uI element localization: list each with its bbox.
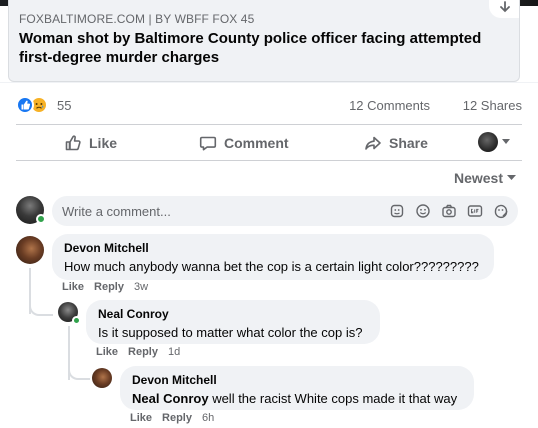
comment-author[interactable]: Devon Mitchell [64, 241, 482, 256]
commenter-avatar[interactable] [92, 368, 112, 388]
comment-text: Neal Conroy well the racist White cops m… [132, 390, 462, 408]
like-reaction-icon [16, 96, 34, 114]
divider [16, 160, 522, 161]
comment-input[interactable]: Write a comment... [52, 196, 518, 226]
comment-meta: Like Reply 3w [62, 281, 148, 293]
reaction-count[interactable]: 55 [57, 98, 71, 113]
comment-bubble: Devon Mitchell Neal Conroy well the raci… [120, 366, 474, 410]
comment-text: How much anybody wanna bet the cop is a … [64, 259, 479, 274]
avatar-sticker-icon[interactable] [388, 202, 406, 220]
reply-connector [29, 296, 53, 316]
comment-text-body: well the racist White cops made it that … [208, 391, 458, 406]
link-source: FOXBALTIMORE.COM | BY WBFF FOX 45 [19, 12, 255, 26]
like-button[interactable]: Like [64, 126, 117, 160]
camera-icon[interactable] [440, 202, 458, 220]
comment-icon [199, 136, 217, 151]
like-button-label: Like [89, 135, 118, 151]
comment-like-link[interactable]: Like [96, 346, 118, 358]
comment-reply-link[interactable]: Reply [128, 346, 158, 358]
gif-icon[interactable] [466, 202, 484, 220]
link-preview-card[interactable]: FOXBALTIMORE.COM | BY WBFF FOX 45 Woman … [8, 0, 520, 82]
share-arrow-icon [500, 1, 510, 13]
post-action-bar: Like Comment Share [16, 126, 522, 160]
caret-down-icon [507, 175, 516, 180]
comment-timestamp[interactable]: 1d [168, 346, 180, 358]
reply-connector [68, 362, 90, 380]
comment-timestamp[interactable]: 3w [134, 281, 148, 293]
comment-author[interactable]: Neal Conroy [98, 307, 368, 322]
online-status-dot [72, 316, 81, 325]
sticker-icon[interactable] [492, 202, 510, 220]
thumbs-up-icon [65, 135, 81, 151]
online-status-dot [36, 214, 46, 224]
share-icon [365, 136, 381, 150]
comment-like-link[interactable]: Like [62, 281, 84, 293]
comment-reply-link[interactable]: Reply [162, 412, 192, 424]
reactions-summary[interactable]: 55 12 Comments 12 Shares [16, 96, 522, 116]
comment-text: Is it supposed to matter what color the … [98, 325, 363, 340]
viewer-avatar [478, 132, 498, 152]
emoji-icon[interactable] [414, 202, 432, 220]
commenter-avatar[interactable] [16, 236, 44, 264]
divider [16, 124, 522, 125]
comment-sort-dropdown[interactable]: Newest [454, 170, 516, 186]
card-divider [0, 82, 538, 83]
share-button[interactable]: Share [364, 126, 428, 160]
comment-timestamp[interactable]: 6h [202, 412, 214, 424]
comment-meta: Like Reply 1d [96, 346, 180, 358]
link-title[interactable]: Woman shot by Baltimore County police of… [19, 29, 509, 67]
sort-label: Newest [453, 170, 503, 186]
share-button-label: Share [389, 135, 428, 151]
comment-bubble: Neal Conroy Is it supposed to matter wha… [86, 300, 380, 344]
attachment-share-button[interactable] [489, 0, 519, 18]
comment-button-label: Comment [224, 135, 289, 151]
comment-button[interactable]: Comment [199, 126, 289, 160]
comment-author[interactable]: Devon Mitchell [132, 373, 462, 388]
comment-like-link[interactable]: Like [130, 412, 152, 424]
comment-bubble: Devon Mitchell How much anybody wanna be… [52, 234, 494, 280]
comment-meta: Like Reply 6h [130, 412, 214, 424]
comments-count[interactable]: 12 Comments [349, 98, 430, 113]
mentioned-user-tag[interactable]: Neal Conroy [132, 391, 209, 406]
shares-count[interactable]: 12 Shares [463, 98, 522, 113]
comment-input-placeholder: Write a comment... [62, 204, 171, 219]
composer-tools [388, 202, 510, 220]
caret-down-icon [502, 139, 510, 144]
comment-reply-link[interactable]: Reply [94, 281, 124, 293]
post-as-selector[interactable] [478, 132, 510, 152]
